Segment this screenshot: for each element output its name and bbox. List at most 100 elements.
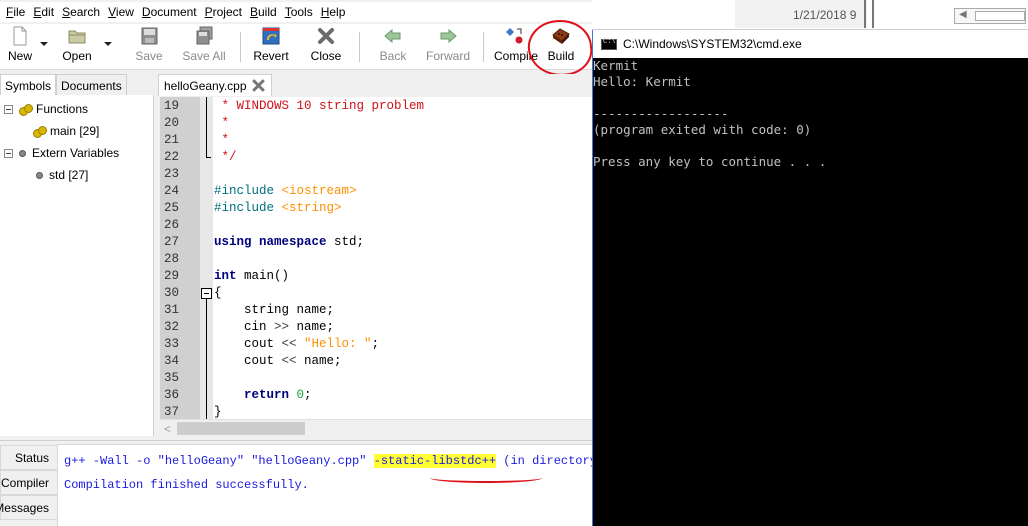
tab-documents[interactable]: Documents (56, 74, 127, 95)
code-text: cin >> name; (214, 319, 334, 336)
column-divider[interactable] (864, 0, 866, 28)
close-tab-icon[interactable] (252, 79, 265, 92)
menu-build[interactable]: Build (248, 5, 281, 19)
console-icon (601, 38, 617, 50)
variable-icon (19, 149, 26, 157)
code-editor[interactable]: 19 * WINDOWS 10 string problem 20 * 21 * 22… (160, 97, 600, 419)
menubar: File Edit Search View Document Project Build To… (0, 2, 600, 22)
menu-tools[interactable]: Tools (283, 5, 317, 19)
sidebar-tabs: Symbols Documents (0, 74, 154, 95)
code-text: */ (214, 149, 237, 166)
tree-node-label: Extern Variables (32, 146, 120, 160)
line-number: 26 (164, 218, 180, 232)
code-token: #include (214, 184, 282, 198)
tree-item-label: std [27] (49, 168, 89, 182)
compiler-output[interactable]: g++ -Wall -o "helloGeany" "helloGeany.cp… (57, 444, 604, 526)
back-button[interactable]: Back (367, 26, 419, 63)
tab-symbols[interactable]: Symbols (0, 74, 57, 95)
menu-view[interactable]: View (106, 5, 138, 19)
code-line[interactable]: 31 string name; (160, 302, 600, 319)
code-line[interactable]: 24 #include <iostream> (160, 183, 600, 200)
revert-button[interactable]: Revert (245, 26, 297, 63)
code-token: ; (304, 388, 312, 402)
menu-label: ools (290, 5, 313, 19)
save-button[interactable]: Save (123, 26, 175, 63)
background-scrollbar[interactable]: ◀ (954, 8, 1026, 24)
tree-node-functions[interactable]: Functions (0, 98, 152, 120)
close-x-icon (318, 28, 334, 44)
scrollbar-thumb[interactable] (177, 422, 305, 435)
tab-messages[interactable]: Messages (0, 495, 57, 520)
code-line[interactable]: 37} (160, 404, 600, 419)
line-number: 32 (164, 320, 180, 334)
code-token: << (281, 354, 297, 368)
build-button[interactable]: Build (535, 26, 587, 63)
menu-label: ile (13, 5, 26, 19)
code-token: using namespace (214, 235, 335, 249)
cmd-title-bar[interactable]: C:\Windows\SYSTEM32\cmd.exe (593, 30, 1028, 58)
code-line[interactable]: 30 { (160, 285, 600, 302)
function-icon (33, 126, 47, 138)
code-line[interactable]: 27 using namespace std; (160, 234, 600, 251)
tree-item-std[interactable]: std [27] (0, 164, 152, 186)
code-line[interactable]: 29 int main() (160, 268, 600, 285)
code-token: 0 (296, 388, 305, 402)
code-line[interactable]: 23 (160, 166, 600, 183)
save-all-button[interactable]: Save All (178, 26, 230, 63)
menu-document[interactable]: Document (140, 5, 201, 19)
console-output[interactable]: Kermit Hello: Kermit ------------------ … (593, 58, 1028, 170)
toolbar-separator (359, 32, 360, 62)
code-line[interactable]: 36 return 0; (160, 387, 600, 404)
scroll-left-icon[interactable]: < (164, 422, 171, 436)
code-line[interactable]: 22 */ (160, 149, 600, 166)
cmd-window[interactable]: C:\Windows\SYSTEM32\cmd.exe Kermit Hello… (592, 30, 1028, 526)
tree-item-main[interactable]: main [29] (0, 120, 152, 142)
collapse-icon[interactable] (4, 104, 13, 114)
code-token: */ (214, 150, 237, 164)
line-number: 19 (164, 99, 180, 113)
menu-help[interactable]: Help (319, 5, 350, 19)
code-line[interactable]: 20 * (160, 115, 600, 132)
code-line[interactable]: 26 (160, 217, 600, 234)
console-line: Press any key to continue . . . (593, 154, 827, 169)
scrollbar-thumb[interactable] (975, 11, 1025, 21)
scroll-left-icon[interactable]: ◀ (959, 9, 967, 20)
column-divider[interactable] (872, 0, 874, 28)
menu-label: earch (70, 5, 101, 19)
horizontal-scrollbar[interactable]: < (160, 419, 600, 436)
code-line[interactable]: 21 * (160, 132, 600, 149)
code-line[interactable]: 33 cout << "Hello: "; (160, 336, 600, 353)
tree-node-extern-variables[interactable]: Extern Variables (0, 142, 152, 164)
open-dropdown-arrow[interactable] (104, 42, 112, 46)
line-number: 23 (164, 167, 180, 181)
code-line[interactable]: 32 cin >> name; (160, 319, 600, 336)
new-dropdown-arrow[interactable] (40, 42, 48, 46)
open-button[interactable]: Open (51, 26, 103, 63)
line-number: 22 (164, 150, 180, 164)
code-line[interactable]: 34 cout << name; (160, 353, 600, 370)
background-explorer-window: 1/21/2018 9 ◀ (592, 0, 1028, 30)
code-line[interactable]: 25 #include <string> (160, 200, 600, 217)
close-button[interactable]: Close (300, 26, 352, 63)
collapse-icon[interactable] (4, 148, 13, 158)
line-number: 27 (164, 235, 180, 249)
menu-file[interactable]: File (4, 5, 29, 19)
tab-hellogeany-cpp[interactable]: helloGeany.cpp (158, 74, 272, 96)
menu-search[interactable]: Search (60, 5, 104, 19)
message-tabs: Status Compiler Messages (0, 445, 57, 520)
forward-button[interactable]: Forward (422, 26, 474, 63)
symbol-tree: Functions main [29] Extern Variables std… (0, 98, 152, 186)
menu-project[interactable]: Project (203, 5, 246, 19)
tab-status[interactable]: Status (0, 445, 57, 470)
code-token: * WINDOWS 10 string problem (214, 99, 425, 113)
back-arrow-icon (384, 28, 401, 44)
menu-edit[interactable]: Edit (31, 5, 58, 19)
code-text: * (214, 132, 230, 149)
code-line[interactable]: 28 (160, 251, 600, 268)
code-line[interactable]: 19 * WINDOWS 10 string problem (160, 98, 600, 115)
menu-mnemonic: D (141, 5, 151, 19)
line-number: 33 (164, 337, 180, 351)
tab-compiler[interactable]: Compiler (0, 470, 57, 495)
code-line[interactable]: 35 (160, 370, 600, 387)
tab-label: helloGeany.cpp (164, 78, 247, 93)
